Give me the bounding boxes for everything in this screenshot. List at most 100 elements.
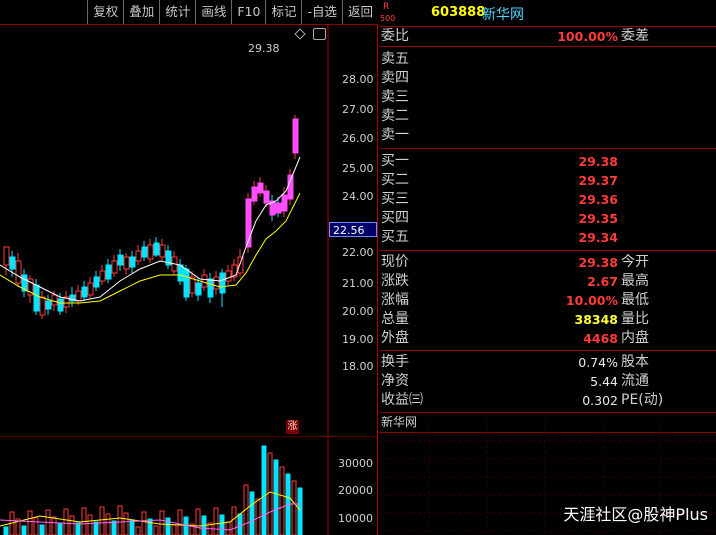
- candle-body: [117, 254, 124, 266]
- candle-body: [33, 284, 40, 312]
- quote-label: 现价: [381, 254, 409, 270]
- buy-row: 买四 29.35: [379, 209, 716, 228]
- quote-value: 29.38: [578, 255, 618, 270]
- quote-row: 现价 29.38 今开: [379, 253, 716, 272]
- sell-row: 卖五: [379, 50, 716, 69]
- quote-label2: 量比: [621, 311, 649, 327]
- quote-value: 38348: [574, 312, 619, 327]
- extra-stats: 换手 0.74% 股本 净资 5.44 流通 收益㈢ 0.302 PE(动): [379, 351, 716, 412]
- volume-bar: [105, 513, 111, 535]
- extra-label: 换手: [381, 354, 409, 370]
- stock-header: R 500 603888 新华网: [379, 0, 716, 27]
- toolbar-diejia-button[interactable]: 叠加: [123, 0, 159, 24]
- stock-name[interactable]: 新华网: [482, 4, 524, 24]
- toolbar-fuquan-button[interactable]: 复权: [87, 0, 123, 24]
- volume-bar: [171, 524, 177, 535]
- volume-bar: [267, 452, 273, 535]
- volume-bar: [219, 514, 225, 535]
- quote-row: 总量 38348 量比: [379, 310, 716, 329]
- buy-value: 29.37: [578, 173, 618, 188]
- window-icon[interactable]: [313, 28, 326, 40]
- volume-bar: [249, 491, 255, 535]
- quote-label: 涨跌: [381, 273, 409, 289]
- quote-row: 涨跌 2.67 最高: [379, 272, 716, 291]
- toolbar-fanhui-button[interactable]: 返回: [341, 0, 378, 24]
- sell-label: 卖四: [381, 70, 409, 86]
- candle-body: [135, 250, 142, 262]
- candle-body: [177, 264, 184, 282]
- volume-bar: [87, 514, 93, 535]
- candle-body: [219, 272, 226, 294]
- volume-bar: [183, 516, 189, 535]
- extra-row: 换手 0.74% 股本: [379, 353, 716, 372]
- extra-row: 收益㈢ 0.302 PE(动): [379, 391, 716, 410]
- price-axis-label: 21.00: [342, 277, 374, 290]
- buy-label: 买二: [381, 172, 409, 188]
- price-axis-label: 24.00: [342, 190, 374, 203]
- candlestick-chart[interactable]: 28.00 27.00 26.00 25.00 24.00 22.00 21.00 20.00…: [0, 25, 378, 435]
- candle-body: [153, 242, 160, 256]
- toolbar-zixuan-button[interactable]: -自选: [301, 0, 342, 24]
- extra-row: 净资 5.44 流通: [379, 372, 716, 391]
- volume-chart[interactable]: 30000 20000 10000: [0, 436, 378, 535]
- candle-body: [257, 182, 264, 194]
- buy-label: 买五: [381, 229, 409, 245]
- quote-row: 涨幅 10.00% 最低: [379, 291, 716, 310]
- candle-body: [9, 256, 16, 270]
- extra-label2: 股本: [621, 354, 649, 370]
- buy-value: 29.36: [578, 192, 618, 207]
- quote-value: 2.67: [587, 274, 618, 289]
- candle-body: [39, 296, 46, 316]
- volume-bar: [123, 512, 129, 535]
- quote-label: 总量: [381, 311, 409, 327]
- weibi-label: 委比: [381, 28, 409, 44]
- candle-body: [3, 246, 10, 266]
- candle-body: [251, 186, 258, 202]
- buy-row: 买一 29.38: [379, 152, 716, 171]
- buy-row: 买二 29.37: [379, 171, 716, 190]
- candle-body: [81, 286, 88, 298]
- toolbar-f10-button[interactable]: F10: [231, 0, 265, 24]
- volume-bar: [141, 511, 147, 535]
- volume-bar: [135, 526, 141, 535]
- volume-bar: [27, 510, 33, 535]
- buy-row: 买五 29.34: [379, 228, 716, 247]
- watermark-text: 天涯社区@股神Plus: [563, 505, 708, 524]
- volume-bar: [3, 526, 9, 535]
- extra-label2: PE(动): [621, 392, 664, 408]
- sell-row: 卖四: [379, 69, 716, 88]
- quote-value: 10.00%: [565, 293, 618, 308]
- candle-body: [183, 268, 190, 298]
- toolbar-biaoji-button[interactable]: 标记: [265, 0, 301, 24]
- candle-body: [87, 282, 94, 296]
- weibi-value: 100.00%: [557, 29, 618, 44]
- extra-label: 收益㈢: [381, 392, 423, 408]
- volume-bar: [177, 509, 183, 535]
- extra-label: 净资: [381, 373, 409, 389]
- candle-body: [237, 256, 244, 274]
- toolbar-tongji-button[interactable]: 统计: [159, 0, 195, 24]
- volume-bar: [279, 466, 285, 535]
- volume-bar: [159, 510, 165, 535]
- candle-body: [147, 244, 154, 260]
- sell-orders: 卖五 卖四 卖三 卖二 卖一: [379, 47, 716, 148]
- chart-toolbar: 复权 叠加 统计 画线 F10 标记 -自选 返回: [0, 0, 378, 25]
- volume-bar: [297, 487, 303, 535]
- buy-label: 买四: [381, 210, 409, 226]
- buy-value: 29.35: [578, 211, 618, 226]
- r-badge: R: [383, 2, 390, 12]
- quote-row: 外盘 4468 内盘: [379, 329, 716, 348]
- toolbar-huaxian-button[interactable]: 画线: [195, 0, 231, 24]
- candle-body: [111, 260, 118, 274]
- volume-bar: [99, 506, 105, 535]
- limit-up-badge: 涨: [286, 420, 299, 434]
- extra-label2: 流通: [621, 373, 649, 389]
- volume-bar: [237, 513, 243, 535]
- candle-body: [129, 256, 136, 268]
- candle-body: [195, 282, 202, 296]
- sell-label: 卖二: [381, 108, 409, 124]
- candle-body: [123, 256, 130, 270]
- vol-axis-label: 20000: [338, 484, 373, 497]
- candle-body: [207, 278, 214, 298]
- quote-panel: R 500 603888 新华网 委比 100.00% 委差 卖五 卖四 卖三 卖二卖…: [379, 0, 716, 535]
